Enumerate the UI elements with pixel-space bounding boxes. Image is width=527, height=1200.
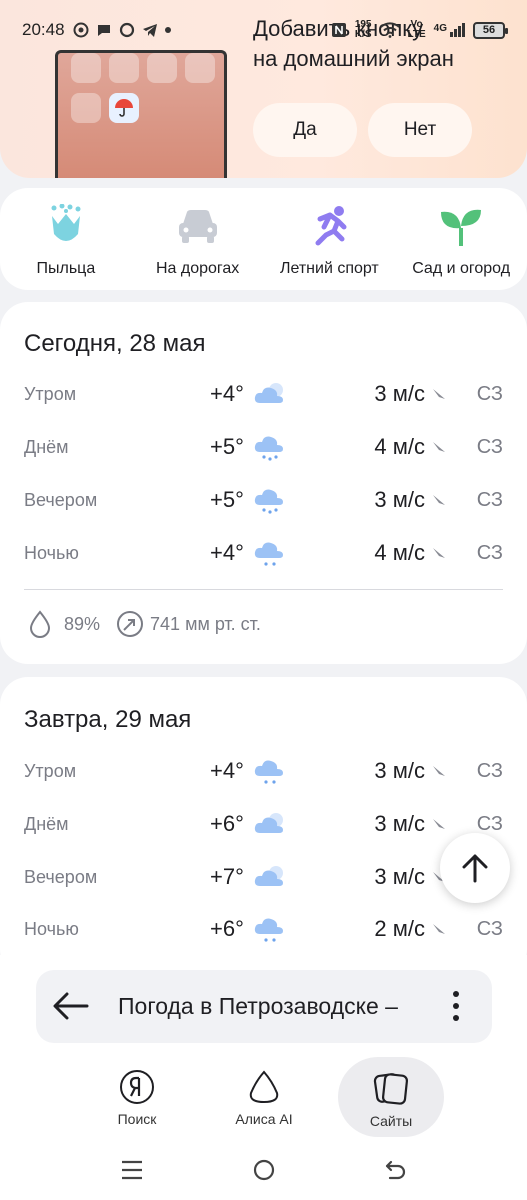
divider <box>24 589 503 590</box>
forecast-row: Утром +4° 3 м/с СЗ <box>24 745 503 797</box>
system-navigation-bar <box>0 1150 527 1190</box>
wind-direction-icon <box>433 924 445 934</box>
forecast-row: Днём +5° 4 м/с СЗ <box>24 421 503 473</box>
wind-direction-icon <box>433 819 445 829</box>
nav-search[interactable]: Поиск <box>84 1057 190 1137</box>
wind-direction-icon <box>433 495 445 505</box>
cloudy-icon <box>254 383 283 403</box>
battery-icon: 56 <box>473 21 508 39</box>
rain-icon <box>254 918 283 942</box>
forecast-card-today: Сегодня, 28 мая Утром +4° 3 м/с СЗ Днём … <box>0 302 527 664</box>
phone-illustration <box>55 50 227 178</box>
category-label: Сад и огород <box>412 260 511 277</box>
rain-icon <box>254 760 283 784</box>
category-summer-sport[interactable]: Летний спорт <box>264 188 396 290</box>
nav-sites[interactable]: Сайты <box>338 1057 444 1137</box>
category-bar: Пыльца На дорогах Летний спорт Сад и ого… <box>0 188 527 290</box>
forecast-card-tomorrow: Завтра, 29 мая Утром +4° 3 м/с СЗ Днём +… <box>0 677 527 977</box>
pressure-value: 741 мм рт. ст. <box>150 613 261 634</box>
runner-icon <box>315 206 347 246</box>
whatsapp-icon <box>73 22 89 38</box>
flower-icon <box>51 204 81 241</box>
bottom-navigation: Поиск Алиса AI Сайты <box>0 1057 527 1137</box>
home-icon[interactable] <box>253 1159 275 1181</box>
alice-icon <box>249 1070 279 1104</box>
signal-icon: 4G <box>434 23 465 37</box>
message-bubble-icon <box>119 22 134 38</box>
category-label: Летний спорт <box>279 260 379 277</box>
telegram-icon <box>142 24 157 37</box>
sprout-icon <box>441 209 482 246</box>
forecast-row: Ночью +6° 2 м/с СЗ <box>24 903 503 955</box>
more-vertical-icon[interactable] <box>452 990 460 1022</box>
nav-alice[interactable]: Алиса AI <box>211 1057 317 1137</box>
cloudy-icon <box>254 813 283 833</box>
humidity-pressure: 89% 741 мм рт. ст. <box>28 610 261 638</box>
yes-button[interactable]: Да <box>253 103 357 157</box>
network-speed: 195 K/S <box>354 19 372 40</box>
status-right: 195 K/S Vo LTE 4G 56 <box>331 19 508 40</box>
back-arrow-icon[interactable] <box>53 992 89 1020</box>
forecast-row: Утром +4° 3 м/с СЗ <box>24 368 503 420</box>
scroll-to-top-button[interactable] <box>440 833 510 903</box>
card-title: Сегодня, 28 мая <box>24 330 206 357</box>
arrow-up-icon <box>462 854 488 883</box>
car-icon <box>178 210 217 243</box>
umbrella-icon <box>109 93 139 123</box>
cloudy-icon <box>254 866 283 886</box>
forecast-row: Вечером +7° 3 м/с СЗ <box>24 851 503 903</box>
volte-indicator: Vo LTE <box>407 19 426 40</box>
humidity-icon <box>29 610 51 638</box>
status-time: 20:48 <box>22 20 65 39</box>
nfc-icon <box>331 23 346 37</box>
category-garden[interactable]: Сад и огород <box>395 188 527 290</box>
humidity-value: 89% <box>64 613 101 634</box>
wifi-icon <box>379 22 400 38</box>
forecast-row: Ночью +4° 4 м/с СЗ <box>24 527 503 579</box>
wind-direction-icon <box>433 442 445 452</box>
card-title: Завтра, 29 мая <box>24 706 192 733</box>
category-roads[interactable]: На дорогах <box>132 188 264 290</box>
forecast-row: Вечером +5° 3 м/с СЗ <box>24 474 503 526</box>
forecast-row: Днём +6° 3 м/с СЗ <box>24 798 503 850</box>
rain-icon <box>254 436 283 461</box>
category-label: На дорогах <box>155 260 240 277</box>
address-bar[interactable]: Погода в Петрозаводске – <box>36 970 492 1043</box>
wind-direction-icon <box>433 548 445 558</box>
pressure-icon <box>117 611 144 637</box>
page-title-url[interactable]: Погода в Петрозаводске – <box>118 993 448 1020</box>
chat-icon <box>97 25 110 36</box>
wind-direction-icon <box>433 389 445 399</box>
tabs-icon <box>373 1073 409 1105</box>
rain-icon <box>254 489 283 514</box>
no-button[interactable]: Нет <box>368 103 472 157</box>
recent-apps-icon[interactable] <box>121 1160 143 1180</box>
notification-icons <box>73 22 171 38</box>
status-bar: 20:48 195 K/S Vo LTE 4G 56 <box>0 0 527 60</box>
yandex-search-icon <box>120 1070 154 1104</box>
back-icon[interactable] <box>384 1159 406 1181</box>
category-label: Пыльца <box>36 260 96 277</box>
category-pollen[interactable]: Пыльца <box>0 188 132 290</box>
rain-icon <box>254 542 283 566</box>
more-notifications-icon <box>164 27 171 33</box>
wind-direction-icon <box>433 766 445 776</box>
